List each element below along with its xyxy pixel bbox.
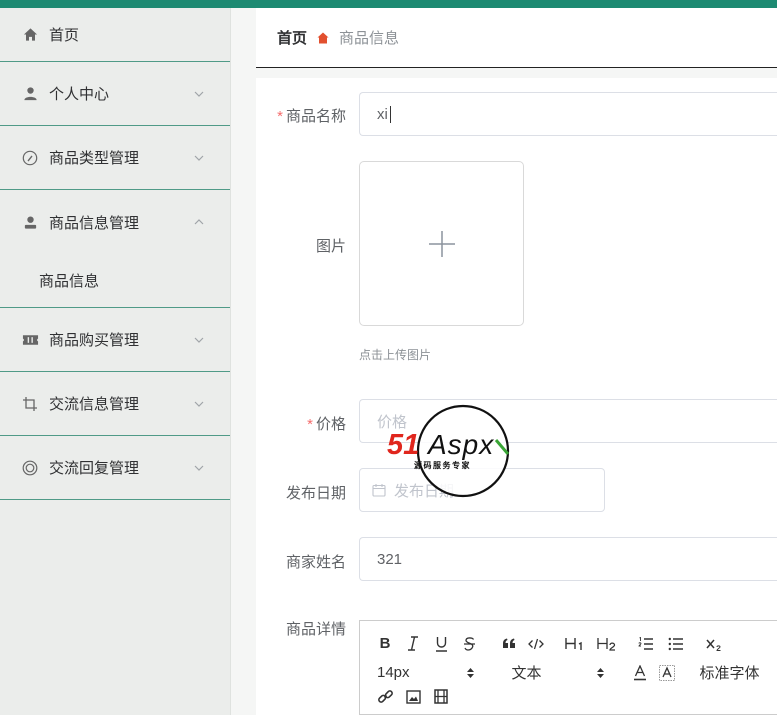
sidebar-item-label: 交流回复管理 [49,460,140,477]
sidebar-item-label: 个人中心 [49,86,110,103]
link-icon[interactable] [377,689,393,704]
plus-icon [428,230,455,257]
goods-form: * 商品名称 xi 图片 点击上传图片 * 价格 价格 发布日期 发布日期 商家姓名… [256,78,777,715]
name-field[interactable]: xi [359,92,777,136]
ordered-list-icon[interactable] [637,636,655,651]
name-label: * 商品名称 [277,108,346,125]
breadcrumb-home[interactable]: 首页 [277,27,307,48]
price-label: * 价格 [307,416,346,433]
font-family-select[interactable]: 标准字体 [700,662,760,683]
sidebar-item-exchange-info-management[interactable]: 交流信息管理 [0,372,230,436]
heading2-icon[interactable] [596,637,618,651]
home-icon [21,26,39,44]
editor-toolbar-row-1: B [377,635,723,652]
breadcrumb-current: 商品信息 [339,30,400,47]
user-icon [21,85,39,103]
breadcrumb: 首页 商品信息 [256,8,777,68]
category-icon [21,149,39,167]
date-label: 发布日期 [285,485,346,502]
sidebar-item-label: 商品信息管理 [49,214,140,232]
sidebar-item-reply-management[interactable]: 交流回复管理 [0,436,230,500]
sidebar-item-label: 交流信息管理 [49,396,140,413]
watermark-tagline: 源码服务专家 [414,460,471,470]
image-label: 图片 [315,238,346,255]
sidebar-subitem-goods-info[interactable]: 商品信息 [0,254,230,308]
chevron-up-icon [194,219,204,225]
sidebar-item-label: 首页 [49,27,80,44]
italic-icon[interactable] [405,636,421,651]
underline-icon[interactable] [433,636,449,652]
sidebar-item-label: 商品类型管理 [49,150,140,167]
paragraph-select[interactable]: 文本 [512,662,605,683]
sidebar-item-label: 商品购买管理 [49,332,140,349]
image-insert-icon[interactable] [405,689,421,704]
heading1-icon[interactable] [564,637,586,651]
home-separator-icon [317,32,329,44]
sidebar-subitem-label: 商品信息 [39,273,100,290]
strikethrough-icon[interactable] [461,636,477,652]
sidebar-item-personal-center[interactable]: 个人中心 [0,62,230,126]
main-content: 首页 商品信息 * 商品名称 xi 图片 点击上传图片 * 价格 价格 发布日期 发… [231,8,777,715]
chevron-down-icon [194,91,204,97]
sidebar-item-goods-info-management[interactable]: 商品信息管理 [0,190,230,254]
rich-text-editor[interactable]: B 14px 文本 标准字体 [359,620,777,715]
editor-toolbar-row-3 [377,689,449,704]
goods-icon [21,213,39,231]
watermark-brand-51: 51 [387,429,419,461]
chevron-down-icon [194,465,204,471]
font-color-icon[interactable] [632,664,648,681]
text-cursor-icon [389,105,396,123]
watermark-brand-aspx: Aspx [426,429,494,460]
sidebar-item-category-management[interactable]: 商品类型管理 [0,126,230,190]
sidebar-item-home[interactable]: 首页 [0,8,230,62]
chevron-down-icon [194,155,204,161]
editor-toolbar-row-2: 14px 文本 标准字体 [377,662,760,683]
top-bar [0,0,777,8]
detail-label: 商品详情 [285,621,346,638]
sidebar-item-purchase-management[interactable]: 商品购买管理 [0,308,230,372]
watermark-logo: 51 Aspx 源码服务专家 [384,402,518,498]
bold-icon[interactable]: B [377,635,393,652]
video-icon[interactable] [433,689,449,704]
sidebar: 首页 个人中心 商品类型管理 商品信息管理 商品信息 商品购买管理 交流信息管理… [0,8,231,715]
reply-icon [21,459,39,477]
chevron-down-icon [194,401,204,407]
quote-icon[interactable] [501,638,517,649]
upload-hint: 点击上传图片 [359,348,432,362]
select-arrows-icon [466,667,474,678]
font-size-select[interactable]: 14px [377,664,475,681]
code-icon[interactable] [527,638,545,650]
bullet-list-icon[interactable] [667,637,685,651]
chevron-down-icon [194,337,204,343]
select-arrows-icon [596,667,604,678]
ticket-icon [21,331,39,349]
crop-icon [21,395,39,413]
merchant-field[interactable]: 321 [359,537,777,581]
background-color-icon[interactable] [658,664,676,681]
subscript-icon[interactable] [705,637,723,651]
merchant-label: 商家姓名 [285,554,346,571]
image-upload[interactable] [359,161,524,326]
